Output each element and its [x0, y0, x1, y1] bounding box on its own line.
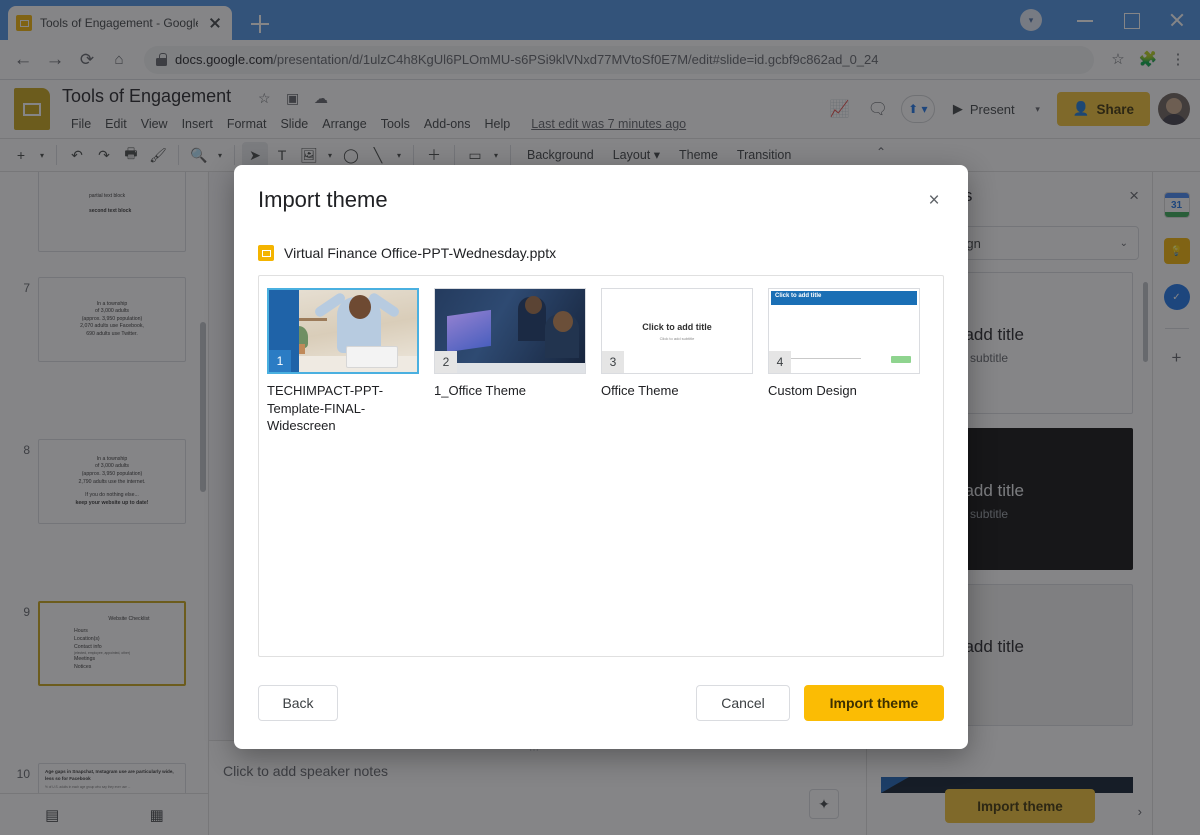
- dialog-title: Import theme: [258, 187, 388, 213]
- theme-thumbnail-item[interactable]: Click to add title Click to add subtitle…: [601, 288, 768, 435]
- thumbnail3-subtitle: Click to add subtitle: [660, 336, 695, 341]
- thumbnail-art-photo-person-desk: [269, 290, 417, 372]
- cancel-button[interactable]: Cancel: [696, 685, 790, 721]
- thumbnail-label: TECHIMPACT-PPT-Template-FINAL-Widescreen: [267, 382, 419, 435]
- thumbnail4-title: Click to add title: [775, 293, 821, 299]
- source-file-name: Virtual Finance Office-PPT-Wednesday.ppt…: [284, 245, 556, 261]
- theme-thumbnail-4[interactable]: Click to add title 4: [768, 288, 920, 374]
- source-file-row: Virtual Finance Office-PPT-Wednesday.ppt…: [258, 245, 556, 261]
- back-button[interactable]: Back: [258, 685, 338, 721]
- theme-thumbnail-item[interactable]: 2 1_Office Theme: [434, 288, 601, 435]
- theme-thumbnail-2[interactable]: 2: [434, 288, 586, 374]
- thumbnail-label: Custom Design: [768, 382, 920, 400]
- theme-thumbnail-grid[interactable]: 1 TECHIMPACT-PPT-Template-FINAL-Widescre…: [258, 275, 944, 657]
- dialog-footer: Back Cancel Import theme: [234, 661, 968, 749]
- theme-thumbnail-3[interactable]: Click to add title Click to add subtitle…: [601, 288, 753, 374]
- thumbnail-number: 1: [269, 350, 291, 372]
- thumbnail-number: 4: [769, 351, 791, 373]
- thumbnail-art-two-people-laptop: [435, 289, 585, 373]
- dialog-close-icon[interactable]: ×: [922, 189, 946, 213]
- theme-thumbnail-1[interactable]: 1: [267, 288, 419, 374]
- theme-thumbnail-item[interactable]: Click to add title 4 Custom Design: [768, 288, 935, 435]
- thumbnail-number: 2: [435, 351, 457, 373]
- import-theme-dialog: Import theme × Virtual Finance Office-PP…: [234, 165, 968, 749]
- thumbnail-label: Office Theme: [601, 382, 753, 400]
- import-theme-button[interactable]: Import theme: [804, 685, 944, 721]
- thumbnail-number: 3: [602, 351, 624, 373]
- thumbnail-art-blank-title-slide: Click to add title Click to add subtitle: [602, 289, 752, 373]
- thumbnail-label: 1_Office Theme: [434, 382, 586, 400]
- thumbnail-art-blue-banner-slide: Click to add title: [769, 289, 919, 373]
- theme-thumbnail-item[interactable]: 1 TECHIMPACT-PPT-Template-FINAL-Widescre…: [267, 288, 434, 435]
- slides-file-icon: [258, 245, 274, 261]
- thumbnail3-title: Click to add title: [642, 322, 712, 332]
